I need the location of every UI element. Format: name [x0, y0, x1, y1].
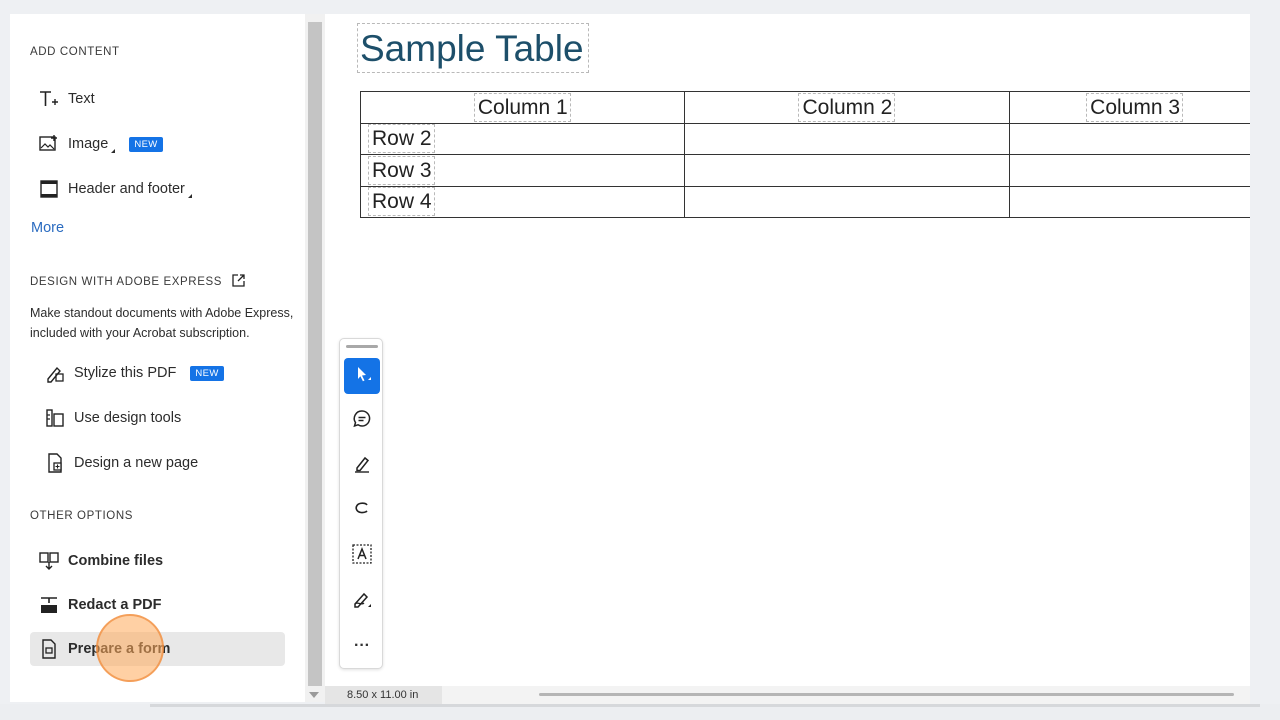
- form-icon: [38, 638, 60, 660]
- add-text-item[interactable]: Text: [30, 82, 285, 116]
- stylize-icon: [44, 362, 66, 384]
- table-cell[interactable]: [683, 185, 1011, 218]
- signature-icon: [351, 588, 373, 615]
- page-size-readout: 8.50 x 11.00 in: [325, 686, 442, 704]
- row-label: Row 3: [368, 155, 435, 185]
- table-cell[interactable]: [1009, 185, 1250, 218]
- table-cell[interactable]: Row 3: [360, 154, 685, 187]
- table-cell[interactable]: [1009, 154, 1250, 187]
- table-cell[interactable]: Row 4: [360, 185, 685, 218]
- sign-tool-button[interactable]: [344, 583, 380, 619]
- submenu-corner-icon: [187, 194, 192, 198]
- table-cell[interactable]: Row 2: [360, 122, 685, 155]
- stylize-pdf-label: Stylize this PDF: [74, 365, 177, 381]
- new-badge: NEW: [190, 365, 224, 381]
- text-add-icon: [38, 88, 60, 110]
- new-badge: NEW: [129, 136, 163, 152]
- panel-scrollbar[interactable]: [305, 14, 325, 702]
- document-title[interactable]: Sample Table: [357, 23, 589, 73]
- section-title-add-content: ADD CONTENT: [30, 46, 120, 58]
- header-text: Column 1: [473, 92, 571, 122]
- design-description: Make standout documents with Adobe Expre…: [30, 306, 294, 340]
- shadow-line: [150, 704, 1260, 707]
- more-tools-button[interactable]: ···: [344, 628, 380, 664]
- toolbar-drag-handle[interactable]: [346, 345, 378, 348]
- sample-table: Column 1 Column 2 Column 3 Row 2 Row 3 R…: [360, 91, 1250, 218]
- select-tool-button[interactable]: [344, 358, 380, 394]
- new-page-icon: [44, 452, 66, 474]
- use-design-tools-label: Use design tools: [74, 410, 182, 426]
- table-header-cell[interactable]: Column 1: [360, 91, 685, 124]
- more-link[interactable]: More: [31, 220, 64, 236]
- horizontal-scrollbar[interactable]: [539, 693, 1234, 696]
- header-text: Column 2: [798, 92, 896, 122]
- redact-icon: [38, 594, 60, 616]
- section-title-other: OTHER OPTIONS: [30, 510, 134, 522]
- lasso-icon: [352, 499, 372, 524]
- scroll-down-icon[interactable]: [309, 692, 319, 698]
- text-box-tool-button[interactable]: [344, 538, 380, 574]
- table-cell[interactable]: [683, 122, 1011, 155]
- design-title-text: DESIGN WITH ADOBE EXPRESS: [30, 276, 223, 288]
- table-row: Row 3: [360, 154, 1250, 187]
- table-cell[interactable]: [1009, 122, 1250, 155]
- click-indicator: [96, 614, 164, 682]
- comment-icon: [352, 409, 372, 434]
- comment-tool-button[interactable]: [344, 403, 380, 439]
- table-cell[interactable]: [683, 154, 1011, 187]
- combine-files-icon: [38, 550, 60, 572]
- highlighter-icon: [352, 454, 372, 479]
- table-header-cell[interactable]: Column 3: [1009, 91, 1250, 124]
- text-box-icon: [351, 543, 373, 570]
- combine-files-item[interactable]: Combine files: [30, 544, 285, 578]
- table-row: Row 2: [360, 122, 1250, 155]
- status-bar: 8.50 x 11.00 in: [325, 686, 1250, 704]
- design-new-page-item[interactable]: Design a new page: [36, 446, 291, 480]
- design-tools-icon: [44, 407, 66, 429]
- document-page: Sample Table Column 1 Column 2 Column 3 …: [325, 14, 1250, 686]
- header-footer-label: Header and footer: [68, 181, 185, 197]
- tools-panel: ADD CONTENT Text Image NEW Header and fo…: [10, 14, 305, 702]
- stylize-pdf-item[interactable]: Stylize this PDF NEW: [36, 356, 291, 390]
- draw-tool-button[interactable]: [344, 493, 380, 529]
- design-new-page-label: Design a new page: [74, 455, 199, 471]
- redact-pdf-item[interactable]: Redact a PDF: [30, 588, 285, 622]
- row-label: Row 4: [368, 187, 435, 217]
- image-add-icon: [38, 133, 60, 155]
- table-header-row: Column 1 Column 2 Column 3: [360, 91, 1250, 124]
- redact-pdf-label: Redact a PDF: [68, 597, 162, 613]
- submenu-corner-icon: [111, 149, 116, 153]
- table-row: Row 4: [360, 185, 1250, 218]
- external-link-icon[interactable]: [232, 274, 245, 290]
- more-icon: ···: [354, 637, 370, 654]
- add-image-label: Image: [68, 136, 109, 152]
- quick-tools-toolbar: ···: [339, 338, 383, 669]
- background-strip: [0, 704, 1280, 720]
- highlight-tool-button[interactable]: [344, 448, 380, 484]
- table-header-cell[interactable]: Column 2: [683, 91, 1011, 124]
- add-text-label: Text: [68, 91, 95, 107]
- header-text: Column 3: [1086, 92, 1184, 122]
- add-image-item[interactable]: Image NEW: [30, 127, 285, 161]
- header-footer-icon: [38, 178, 60, 200]
- window-right-edge: [1250, 14, 1280, 704]
- row-label: Row 2: [368, 124, 435, 154]
- section-title-design: DESIGN WITH ADOBE EXPRESS: [30, 274, 245, 290]
- scrollbar-thumb[interactable]: [308, 22, 322, 686]
- use-design-tools-item[interactable]: Use design tools: [36, 401, 291, 435]
- cursor-icon: [352, 364, 372, 389]
- header-footer-item[interactable]: Header and footer: [30, 172, 285, 206]
- combine-files-label: Combine files: [68, 553, 164, 569]
